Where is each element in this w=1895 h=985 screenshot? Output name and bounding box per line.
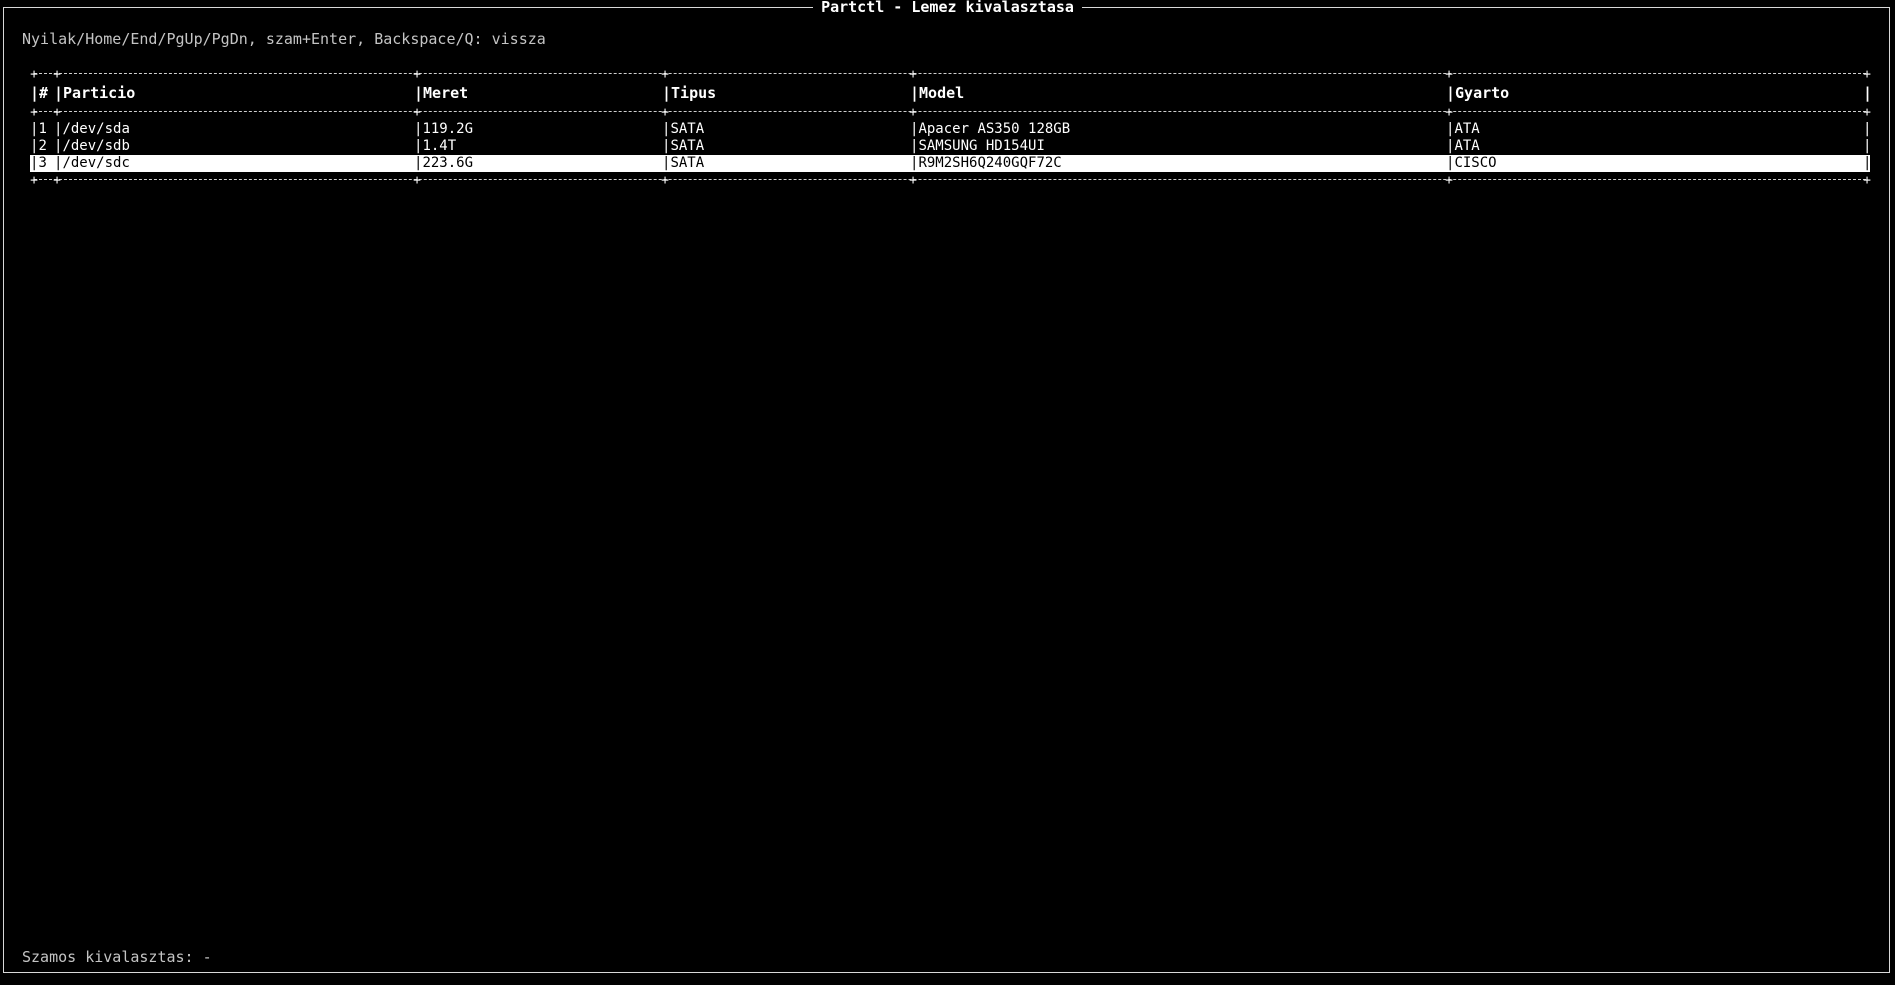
cell-size: |223.6G bbox=[414, 155, 474, 171]
column-header-model: |Model bbox=[910, 84, 965, 102]
cell-type: |SATA bbox=[662, 121, 705, 137]
column-header-type: |Tipus bbox=[662, 84, 717, 102]
cell-size: |1.4T bbox=[414, 138, 457, 154]
cell-number: |3 bbox=[30, 155, 47, 171]
cell-model: |Apacer AS350 128GB bbox=[910, 121, 1071, 137]
table-row-selected[interactable]: |3 |/dev/sdc |223.6G |SATA |R9M2SH6Q240G… bbox=[30, 155, 1871, 172]
cell-vendor: |ATA bbox=[1446, 121, 1480, 137]
cell-vendor: |CISCO bbox=[1446, 155, 1497, 171]
column-header-number: |# bbox=[30, 84, 49, 102]
table-row[interactable]: |1 |/dev/sda |119.2G |SATA |Apacer AS350… bbox=[30, 121, 1871, 138]
cell-partition: |/dev/sda bbox=[54, 121, 130, 137]
table-row[interactable]: |2 |/dev/sdb |1.4T |SATA |SAMSUNG HD154U… bbox=[30, 138, 1871, 155]
cell-type: |SATA bbox=[662, 138, 705, 154]
column-header-size: |Meret bbox=[414, 84, 469, 102]
table-header-row: |# |Particio |Meret |Tipus |Model |Gyart… bbox=[30, 84, 1873, 102]
cell-model: |SAMSUNG HD154UI bbox=[910, 138, 1045, 154]
disk-table: + + + + + + + |# |Particio |Meret |Tipus… bbox=[30, 66, 1873, 189]
window-title-bar: Partctl - Lemez kivalasztasa bbox=[0, 0, 1895, 16]
numeric-selection-status: Szamos kivalasztas: - bbox=[22, 948, 212, 966]
cell-size: |119.2G bbox=[414, 121, 474, 137]
window-title: Partctl - Lemez kivalasztasa bbox=[813, 0, 1082, 16]
table-separator-header: + + + + + + + bbox=[30, 105, 1871, 120]
cell-partition: |/dev/sdb bbox=[54, 138, 130, 154]
cell-model: |R9M2SH6Q240GQF72C bbox=[910, 155, 1062, 171]
cell-type: |SATA bbox=[662, 155, 705, 171]
cell-number: |1 bbox=[30, 121, 47, 137]
column-header-vendor: |Gyarto bbox=[1446, 84, 1510, 102]
cell-vendor: |ATA bbox=[1446, 138, 1480, 154]
table-separator-top: + + + + + + + bbox=[30, 67, 1871, 82]
cell-number: |2 bbox=[30, 138, 47, 154]
table-separator-bottom: + + + + + + + bbox=[30, 173, 1871, 188]
column-header-partition: |Particio bbox=[54, 84, 136, 102]
cell-partition: |/dev/sdc bbox=[54, 155, 130, 171]
keyboard-hint: Nyilak/Home/End/PgUp/PgDn, szam+Enter, B… bbox=[22, 30, 546, 48]
